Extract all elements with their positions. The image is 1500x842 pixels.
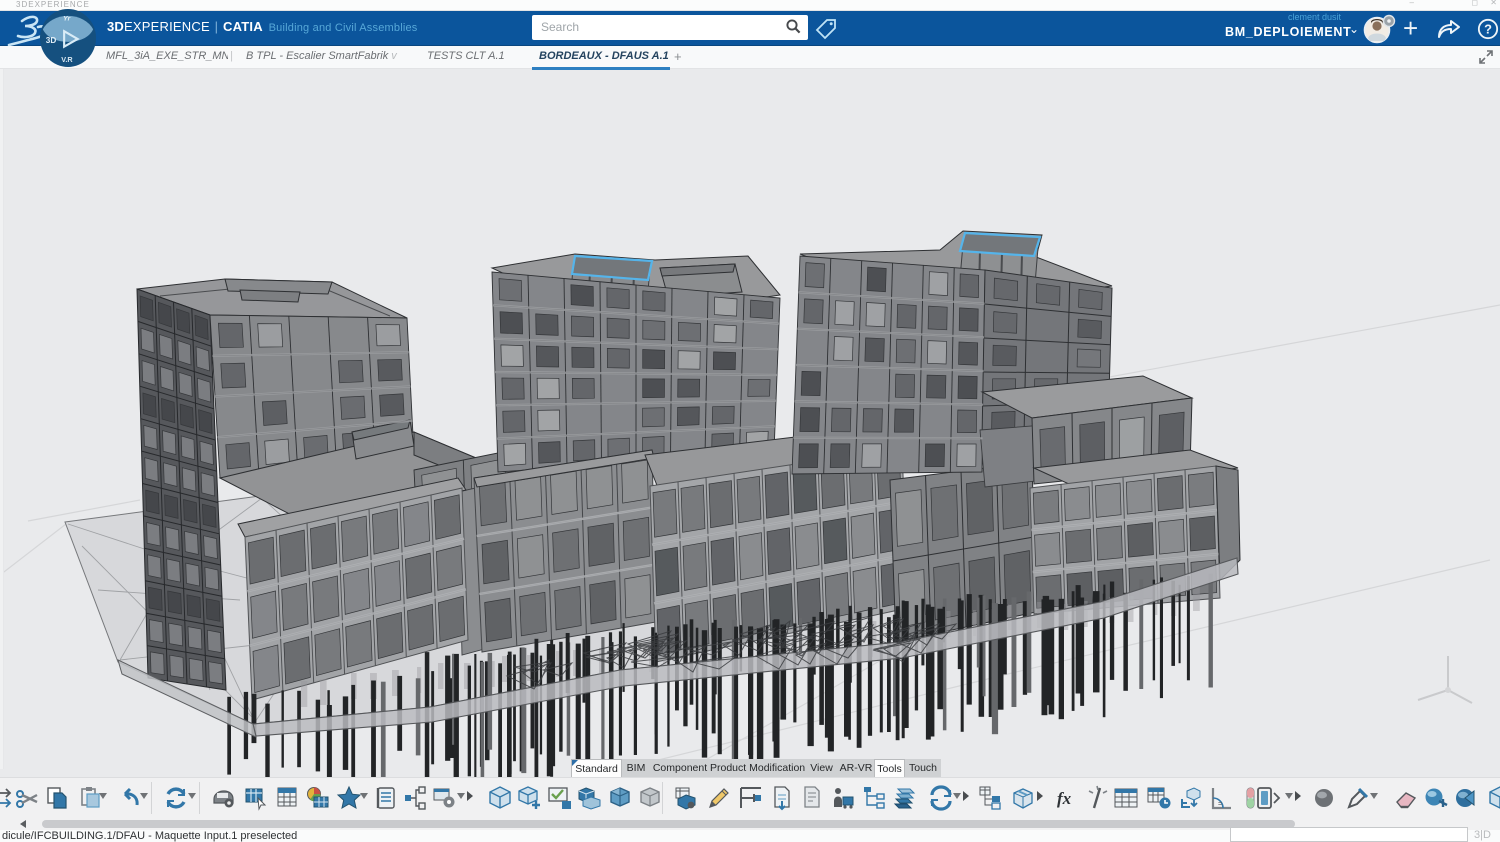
svg-text:?: ? bbox=[1484, 22, 1492, 37]
svg-text:Yr: Yr bbox=[63, 16, 71, 23]
svg-text:3D: 3D bbox=[46, 36, 57, 45]
svg-text:V.R: V.R bbox=[61, 55, 73, 64]
svg-text:=: = bbox=[1218, 801, 1222, 808]
svg-text:fx: fx bbox=[1057, 789, 1072, 808]
